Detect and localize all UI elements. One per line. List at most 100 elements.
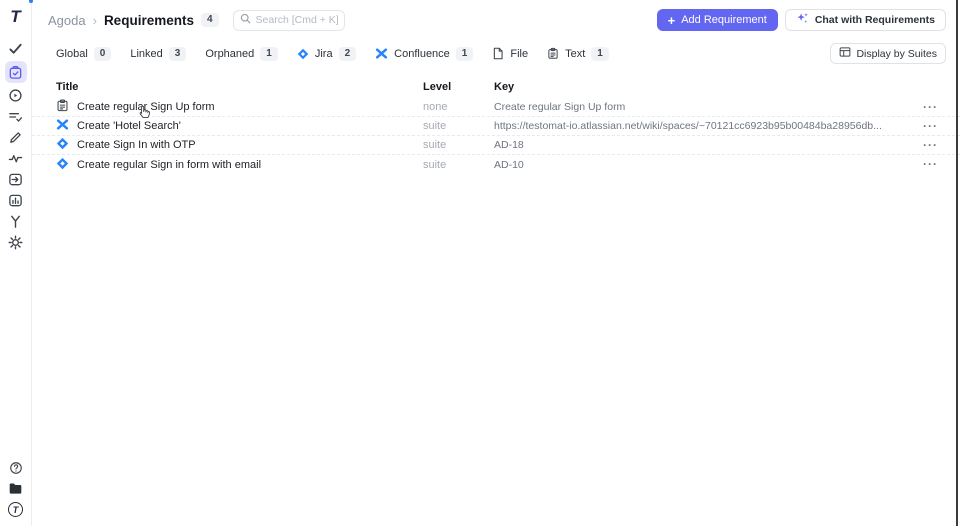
add-requirement-label: Add Requirement bbox=[681, 14, 767, 26]
table-layout-icon bbox=[839, 46, 851, 61]
breadcrumb-separator: › bbox=[92, 12, 97, 28]
requirement-title[interactable]: Create regular Sign Up form bbox=[77, 101, 215, 113]
filter-text[interactable]: Text 1 bbox=[547, 46, 609, 61]
filter-jira[interactable]: Jira 2 bbox=[297, 46, 357, 61]
filter-orphaned[interactable]: Orphaned 1 bbox=[205, 46, 278, 61]
bar-chart-box-icon bbox=[8, 193, 23, 208]
sidebar-item-projects[interactable] bbox=[5, 478, 27, 499]
search-box[interactable] bbox=[232, 9, 345, 31]
column-header-key: Key bbox=[494, 81, 515, 93]
filter-confluence-label: Confluence bbox=[394, 47, 450, 60]
plus-icon: + bbox=[667, 12, 676, 28]
import-box-icon bbox=[8, 172, 23, 187]
gear-icon bbox=[8, 235, 23, 250]
text-clipboard-icon bbox=[547, 47, 559, 60]
text-clipboard-icon bbox=[56, 99, 69, 115]
table-row[interactable]: Create regular Sign in form with email s… bbox=[32, 155, 960, 174]
display-by-suites-label: Display by Suites bbox=[856, 47, 937, 60]
requirement-key: https://testomat-io.atlassian.net/wiki/s… bbox=[494, 120, 882, 132]
row-menu-button[interactable]: ··· bbox=[904, 158, 938, 170]
breadcrumb: Agoda › Requirements 4 bbox=[48, 13, 219, 28]
breadcrumb-project[interactable]: Agoda bbox=[48, 13, 86, 28]
sidebar-item-plans[interactable] bbox=[5, 106, 27, 127]
requirement-key: AD-10 bbox=[494, 158, 524, 171]
activity-icon bbox=[8, 151, 23, 166]
table-row[interactable]: Create Sign In with OTP suite AD-18 ··· bbox=[32, 136, 960, 155]
play-circle-icon bbox=[8, 88, 23, 103]
requirements-count-badge: 4 bbox=[200, 13, 219, 27]
chat-with-requirements-label: Chat with Requirements bbox=[814, 14, 935, 26]
search-icon bbox=[240, 13, 251, 27]
filter-linked-label: Linked bbox=[130, 47, 163, 60]
requirement-title[interactable]: Create Sign In with OTP bbox=[77, 139, 196, 151]
filter-text-label: Text bbox=[565, 47, 586, 60]
requirement-title[interactable]: Create 'Hotel Search' bbox=[77, 120, 181, 132]
filter-file[interactable]: File bbox=[492, 47, 528, 60]
sidebar-bottom: T bbox=[5, 0, 33, 520]
row-menu-button[interactable]: ··· bbox=[904, 120, 938, 132]
sidebar-item-help[interactable] bbox=[5, 457, 27, 478]
filter-orphaned-count: 1 bbox=[260, 46, 278, 61]
avatar-logo: T bbox=[8, 502, 23, 517]
folder-icon bbox=[8, 481, 23, 496]
confluence-icon bbox=[375, 48, 388, 59]
check-icon bbox=[8, 41, 23, 56]
jira-icon bbox=[56, 137, 69, 153]
sidebar-item-tests[interactable] bbox=[5, 38, 27, 59]
filter-file-label: File bbox=[510, 47, 529, 60]
clipboard-check-icon bbox=[8, 65, 23, 80]
filter-linked[interactable]: Linked 3 bbox=[130, 46, 187, 61]
sidebar-item-branches[interactable] bbox=[5, 211, 27, 232]
display-by-suites-button[interactable]: Display by Suites bbox=[830, 43, 946, 64]
add-requirement-button[interactable]: + Add Requirement bbox=[656, 9, 778, 31]
filter-jira-label: Jira bbox=[314, 47, 333, 60]
sidebar-item-account[interactable]: T bbox=[5, 0, 33, 520]
search-input[interactable] bbox=[255, 14, 338, 26]
sidebar-item-analytics[interactable] bbox=[5, 190, 27, 211]
row-menu-button[interactable]: ··· bbox=[904, 101, 938, 113]
table-row[interactable]: Create regular Sign Up form none Create … bbox=[32, 98, 960, 117]
sidebar-item-settings[interactable] bbox=[5, 232, 27, 253]
branch-icon bbox=[8, 214, 23, 229]
filter-jira-count: 2 bbox=[338, 46, 357, 61]
filter-confluence[interactable]: Confluence 1 bbox=[375, 46, 474, 61]
requirement-level: suite bbox=[423, 158, 447, 171]
requirement-level: none bbox=[423, 101, 448, 113]
sidebar-item-editor[interactable] bbox=[5, 127, 27, 148]
column-header-title: Title bbox=[56, 81, 79, 93]
filter-confluence-count: 1 bbox=[455, 46, 474, 61]
help-circle-icon bbox=[9, 461, 23, 475]
filter-global-label: Global bbox=[56, 47, 88, 60]
column-header-level: Level bbox=[423, 81, 452, 93]
page-title: Requirements bbox=[103, 12, 194, 28]
filter-global-count: 0 bbox=[93, 46, 112, 61]
sidebar-item-requirements[interactable] bbox=[4, 61, 27, 83]
file-icon bbox=[492, 47, 504, 60]
sidebar-item-runs[interactable] bbox=[5, 85, 27, 106]
requirement-level: suite bbox=[423, 120, 447, 132]
jira-icon bbox=[56, 157, 69, 173]
row-menu-button[interactable]: ··· bbox=[904, 139, 938, 151]
filter-global[interactable]: Global 0 bbox=[56, 46, 112, 61]
filter-bar: Global 0 Linked 3 Orphaned 1 Jira 2 Conf… bbox=[32, 32, 960, 68]
main-content: Agoda › Requirements 4 + Add Requirement… bbox=[32, 0, 960, 526]
table-row[interactable]: Create 'Hotel Search' suite https://test… bbox=[32, 117, 960, 136]
requirement-title[interactable]: Create regular Sign in form with email bbox=[77, 159, 261, 171]
requirement-key: Create regular Sign Up form bbox=[494, 101, 626, 113]
app-logo[interactable]: T bbox=[5, 6, 27, 28]
jira-icon bbox=[297, 48, 309, 60]
pen-icon bbox=[8, 130, 23, 145]
topbar-actions: + Add Requirement Chat with Requirements bbox=[656, 9, 946, 31]
confluence-icon bbox=[56, 119, 69, 133]
top-bar: Agoda › Requirements 4 + Add Requirement… bbox=[32, 0, 960, 32]
window-edge bbox=[956, 0, 958, 526]
chat-with-requirements-button[interactable]: Chat with Requirements bbox=[784, 9, 946, 31]
requirement-level: suite bbox=[423, 139, 447, 151]
sidebar-item-pulse[interactable] bbox=[5, 148, 27, 169]
table-header-row: Title Level Key bbox=[32, 76, 960, 98]
requirement-key: AD-18 bbox=[494, 139, 524, 151]
sidebar: T T bbox=[0, 0, 33, 526]
filter-orphaned-label: Orphaned bbox=[205, 47, 255, 60]
sidebar-item-import[interactable] bbox=[5, 169, 27, 190]
list-check-icon bbox=[8, 109, 23, 124]
